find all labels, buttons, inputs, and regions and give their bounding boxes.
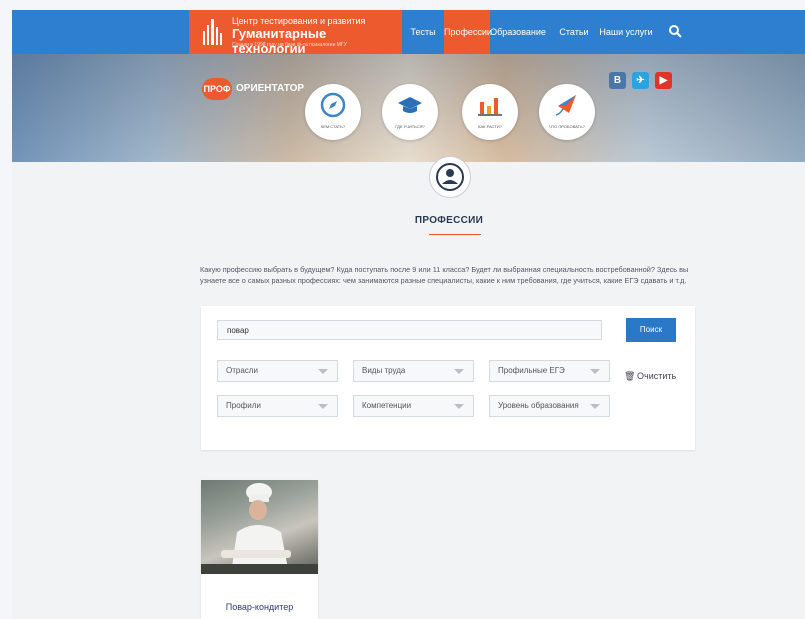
circle-what-to-try[interactable]: ЧТО ПРОБОВАТЬ? — [539, 84, 595, 140]
search-button[interactable]: Поиск — [626, 318, 676, 342]
page: Центр тестирования и развития Гуманитарн… — [12, 10, 805, 619]
title-underline — [429, 234, 481, 235]
profession-photo — [201, 480, 318, 574]
intro-text: Какую профессию выбрать в будущем? Куда … — [200, 265, 689, 285]
prof-word: ОРИЕНТАТОР — [236, 83, 305, 94]
nav-tests[interactable]: Тесты — [402, 10, 444, 54]
filter-label: Профили — [226, 401, 261, 410]
profession-person-icon — [429, 156, 471, 198]
nav-education[interactable]: Образование — [490, 10, 546, 54]
bar-chart-icon — [478, 98, 502, 116]
clear-button[interactable]: 🗑 Очистить — [624, 371, 676, 382]
nav-professions[interactable]: Профессии — [444, 10, 492, 54]
clear-label: Очистить — [637, 371, 677, 381]
filter-work-types[interactable]: Виды труда — [353, 360, 474, 382]
building-logo-icon — [203, 19, 222, 45]
prof-badge: ПРОФ — [202, 78, 232, 100]
search-input[interactable]: повар — [217, 320, 602, 340]
profession-card-title[interactable]: Повар-кондитер — [201, 602, 318, 612]
filter-label: Отрасли — [226, 366, 258, 375]
telegram-icon[interactable]: ✈ — [632, 72, 649, 89]
chevron-down-icon — [454, 404, 464, 409]
profession-card[interactable]: Повар-кондитер — [201, 480, 318, 619]
logo-line-1: Центр тестирования и развития — [232, 16, 366, 26]
top-navigation-bar: Центр тестирования и развития Гуманитарн… — [12, 10, 805, 56]
circle-where-to-study[interactable]: ГДЕ УЧИТЬСЯ? — [382, 84, 438, 140]
trash-icon: 🗑 — [624, 371, 636, 381]
filter-profiles[interactable]: Профили — [217, 395, 338, 417]
filter-label: Профильные ЕГЭ — [498, 366, 565, 375]
circle-caption: КАК РАСТИ? — [478, 124, 502, 129]
chevron-down-icon — [454, 369, 464, 374]
circle-caption: ЧТО ПРОБОВАТЬ? — [549, 124, 585, 129]
filter-education-level[interactable]: Уровень образования — [489, 395, 610, 417]
youtube-icon[interactable]: ▶ — [655, 72, 672, 89]
nav-articles[interactable]: Статьи — [556, 10, 592, 54]
kite-icon — [555, 95, 576, 116]
chevron-down-icon — [590, 404, 600, 409]
vk-icon[interactable]: В — [609, 72, 626, 89]
circle-caption: КЕМ СТАТЬ? — [320, 124, 346, 129]
logo-line-2: Гуманитарные технологии — [232, 26, 327, 56]
circle-how-to-grow[interactable]: КАК РАСТИ? — [462, 84, 518, 140]
chevron-down-icon — [318, 404, 328, 409]
nav-services[interactable]: Наши услуги — [598, 10, 654, 54]
graduation-cap-icon — [398, 97, 422, 113]
filter-industries[interactable]: Отрасли — [217, 360, 338, 382]
compass-icon — [320, 92, 346, 118]
filter-exams[interactable]: Профильные ЕГЭ — [489, 360, 610, 382]
filter-label: Виды труда — [362, 366, 406, 375]
site-logo[interactable]: Центр тестирования и развития Гуманитарн… — [189, 10, 402, 56]
chevron-down-icon — [318, 369, 328, 374]
search-panel: повар Поиск Отрасли Виды труда Профильны… — [201, 306, 695, 450]
filter-label: Компетенции — [362, 401, 412, 410]
filter-competencies[interactable]: Компетенции — [353, 395, 474, 417]
circle-who-to-become[interactable]: КЕМ СТАТЬ? — [305, 84, 361, 140]
filter-label: Уровень образования — [498, 401, 579, 410]
circle-caption: ГДЕ УЧИТЬСЯ? — [395, 124, 425, 129]
page-title: ПРОФЕССИИ — [414, 215, 484, 226]
chevron-down-icon — [590, 369, 600, 374]
hero-banner: ПРОФ ОРИЕНТАТОР КЕМ СТАТЬ? ГДЕ УЧИТЬСЯ? — [12, 54, 805, 162]
logo-line-3: Создан в 1998 году на базе ф-та психолог… — [232, 42, 347, 48]
search-icon[interactable] — [668, 24, 682, 38]
